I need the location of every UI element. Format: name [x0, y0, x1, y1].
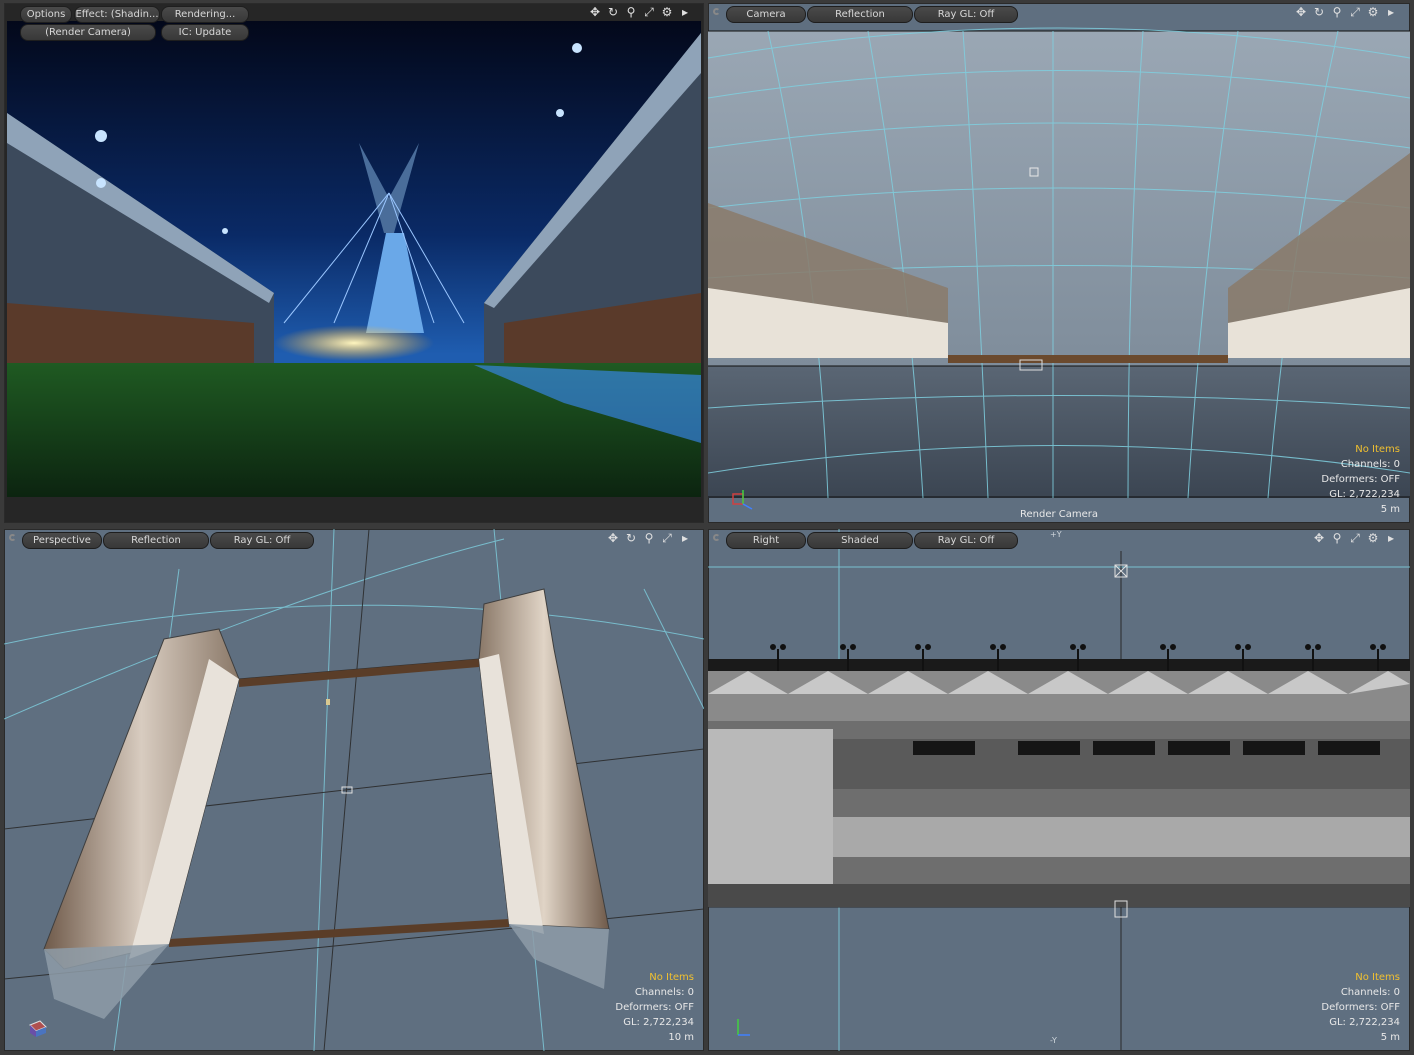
zoom-icon[interactable]: ⚲	[642, 531, 656, 545]
render-preview-image	[7, 21, 701, 497]
move-icon[interactable]: ✥	[1294, 5, 1308, 19]
fit-icon[interactable]: ⤢	[1348, 531, 1362, 545]
perspective-scene	[4, 529, 704, 1051]
axis-gizmo-icon	[732, 490, 753, 510]
render-toolbar: Options Effect: (Shadin... Rendering... …	[4, 3, 704, 41]
viewport-menu-icon[interactable]	[713, 534, 720, 541]
move-icon[interactable]: ✥	[606, 531, 620, 545]
tab-ray-gl[interactable]: Ray GL: Off	[914, 6, 1018, 23]
fit-icon[interactable]: ⤢	[642, 5, 656, 19]
hud-scale: 5 m	[1380, 1032, 1400, 1043]
hud-items: No Items	[1355, 972, 1400, 983]
axis-gizmo-icon	[29, 1020, 47, 1037]
move-icon[interactable]: ✥	[588, 5, 602, 19]
camera-scene	[708, 27, 1410, 499]
hud-scale: 10 m	[668, 1032, 694, 1043]
perspective-toolbar: Perspective Reflection Ray GL: Off ✥ ↻ ⚲…	[4, 529, 704, 551]
zoom-icon[interactable]: ⚲	[1330, 5, 1344, 19]
arrow-right-icon[interactable]: ▸	[1384, 5, 1398, 19]
camera-viewport[interactable]: Camera Reflection Ray GL: Off ✥ ↻ ⚲ ⤢ ⚙ …	[708, 3, 1410, 523]
hud-deformers: Deformers: OFF	[1321, 474, 1400, 485]
rotate-icon[interactable]: ↻	[624, 531, 638, 545]
zoom-icon[interactable]: ⚲	[624, 5, 638, 19]
tab-reflection[interactable]: Reflection	[807, 6, 913, 23]
render-viewport[interactable]: Options Effect: (Shadin... Rendering... …	[4, 3, 704, 523]
perspective-hud: No Items Channels: 0 Deformers: OFF GL: …	[615, 970, 694, 1045]
viewport-menu-icon[interactable]	[9, 534, 16, 541]
right-viewport[interactable]: Right Shaded Ray GL: Off ✥ ⚲ ⤢ ⚙ ▸ +Y -Y…	[708, 529, 1410, 1051]
rotate-icon[interactable]: ↻	[1312, 5, 1326, 19]
move-icon[interactable]: ✥	[1312, 531, 1326, 545]
tab-ray-gl[interactable]: Ray GL: Off	[914, 532, 1018, 549]
tab-right[interactable]: Right	[726, 532, 806, 549]
rotate-icon[interactable]: ↻	[606, 5, 620, 19]
camera-hud: No Items Channels: 0 Deformers: OFF GL: …	[1321, 442, 1400, 517]
hud-channels: Channels: 0	[1340, 459, 1400, 470]
arrow-right-icon[interactable]: ▸	[678, 5, 692, 19]
options-button[interactable]: Options	[20, 6, 72, 23]
tab-perspective[interactable]: Perspective	[22, 532, 102, 549]
hud-channels: Channels: 0	[634, 987, 694, 998]
perspective-viewport[interactable]: Perspective Reflection Ray GL: Off ✥ ↻ ⚲…	[4, 529, 704, 1051]
tab-shaded[interactable]: Shaded	[807, 532, 913, 549]
hud-items: No Items	[649, 972, 694, 983]
axis-gizmo-icon	[737, 1019, 750, 1036]
hud-gl: GL: 2,722,234	[1329, 489, 1400, 500]
fit-icon[interactable]: ⤢	[1348, 5, 1362, 19]
camera-toolbar: Camera Reflection Ray GL: Off ✥ ↻ ⚲ ⤢ ⚙ …	[708, 3, 1410, 25]
hud-gl: GL: 2,722,234	[623, 1017, 694, 1028]
rendering-button[interactable]: Rendering...	[161, 6, 249, 23]
fit-icon[interactable]: ⤢	[660, 531, 674, 545]
hud-channels: Channels: 0	[1340, 987, 1400, 998]
right-ortho-scene	[708, 529, 1410, 1051]
axis-label-bottom: -Y	[1050, 1036, 1057, 1045]
render-camera-dropdown[interactable]: (Render Camera)	[20, 24, 156, 41]
ic-update-dropdown[interactable]: IC: Update	[161, 24, 249, 41]
zoom-icon[interactable]: ⚲	[1330, 531, 1344, 545]
hud-gl: GL: 2,722,234	[1329, 1017, 1400, 1028]
arrow-right-icon[interactable]: ▸	[678, 531, 692, 545]
effect-dropdown[interactable]: Effect: (Shadin...	[74, 6, 160, 23]
viewport-camera-label: Render Camera	[1019, 509, 1099, 520]
gear-icon[interactable]: ⚙	[1366, 5, 1380, 19]
gear-icon[interactable]: ⚙	[1366, 531, 1380, 545]
tab-ray-gl[interactable]: Ray GL: Off	[210, 532, 314, 549]
hud-deformers: Deformers: OFF	[615, 1002, 694, 1013]
arrow-right-icon[interactable]: ▸	[1384, 531, 1398, 545]
hud-items: No Items	[1355, 444, 1400, 455]
viewport-menu-icon[interactable]	[713, 8, 720, 15]
right-hud: No Items Channels: 0 Deformers: OFF GL: …	[1321, 970, 1400, 1045]
hud-deformers: Deformers: OFF	[1321, 1002, 1400, 1013]
gear-icon[interactable]: ⚙	[660, 5, 674, 19]
right-toolbar: Right Shaded Ray GL: Off ✥ ⚲ ⤢ ⚙ ▸	[708, 529, 1410, 551]
tab-reflection[interactable]: Reflection	[103, 532, 209, 549]
tab-camera[interactable]: Camera	[726, 6, 806, 23]
